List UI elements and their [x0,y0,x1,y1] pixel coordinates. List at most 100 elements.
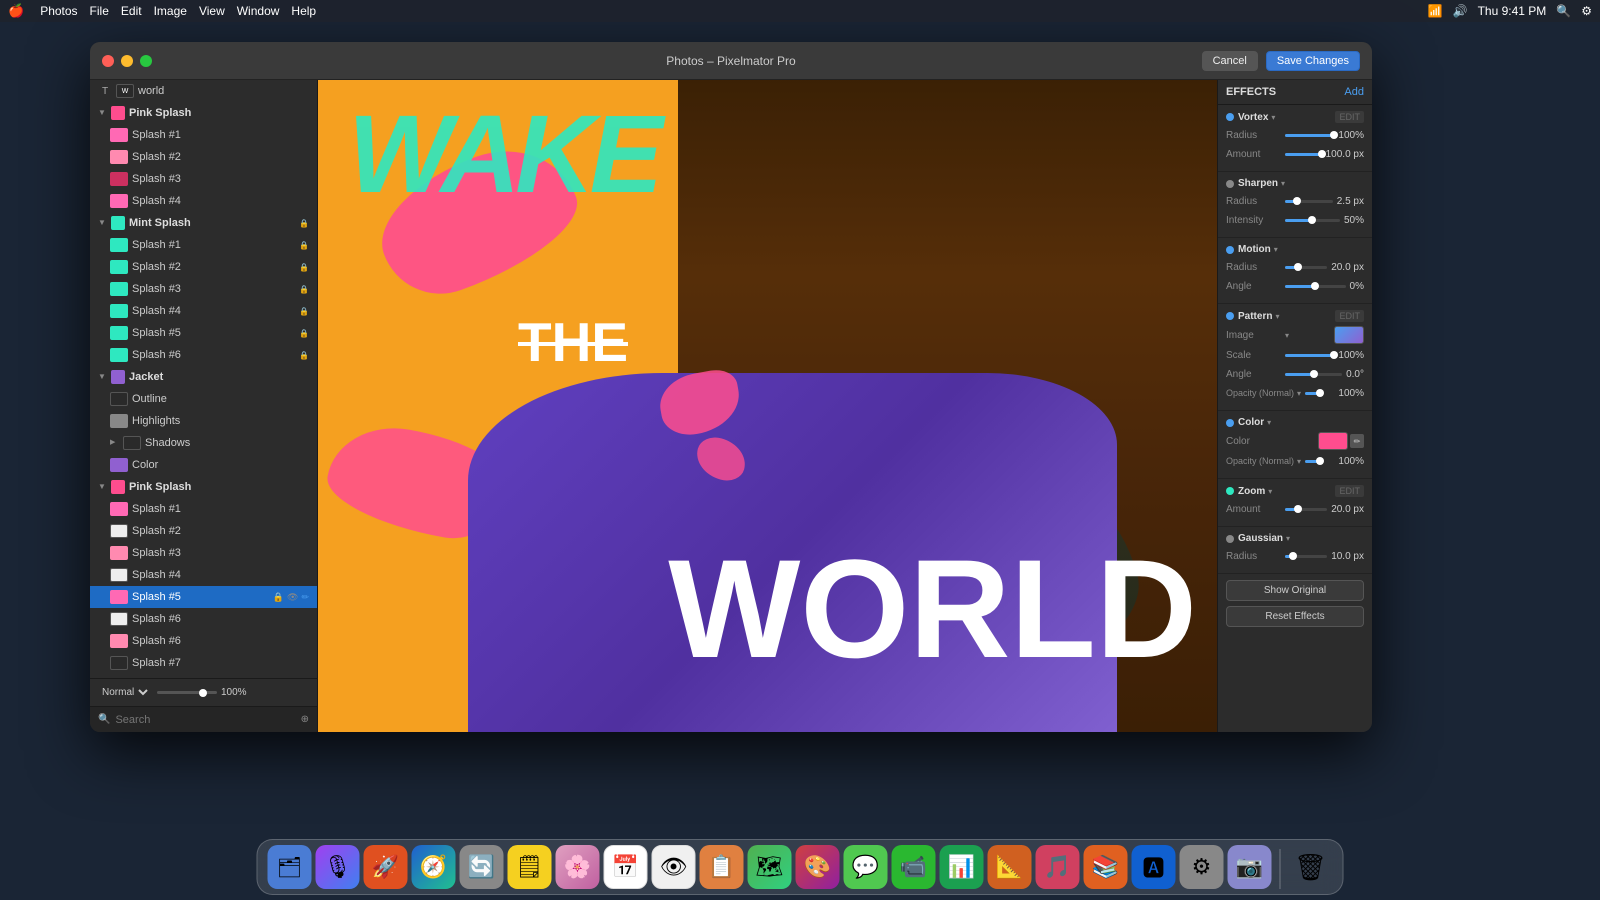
dock-icon-facetime[interactable]: 📹 [892,845,936,889]
layer-world[interactable]: T W world [90,80,317,102]
save-changes-button[interactable]: Save Changes [1266,51,1360,71]
search-menubar-icon[interactable]: 🔍 [1556,4,1571,18]
dock-icon-keynote[interactable]: 📐 [988,845,1032,889]
list-item[interactable]: Splash #6 [90,608,317,630]
menu-help[interactable]: Help [291,4,316,18]
canvas-area[interactable]: WAKE THE WORLD [318,80,1217,732]
dock-icon-calendar[interactable]: 📅 [604,845,648,889]
close-button[interactable] [102,55,114,67]
apple-menu[interactable]: 🍎 [8,3,24,19]
list-item[interactable]: Highlights [90,410,317,432]
dock-icon-safari[interactable]: 🧭 [412,845,456,889]
effect-slider-scale-pattern[interactable] [1285,354,1334,357]
menu-file[interactable]: File [90,4,109,18]
effect-slider-opacity-pattern[interactable] [1305,392,1320,395]
menu-photos[interactable]: Photos [40,4,77,18]
layer-group-jacket[interactable]: ▼ Jacket [90,366,317,388]
search-input[interactable] [115,714,295,726]
list-item[interactable]: Splash #3 [90,168,317,190]
dock-icon-books[interactable]: 📚 [1084,845,1128,889]
menu-window[interactable]: Window [237,4,280,18]
list-item[interactable]: Splash #3 [90,542,317,564]
show-original-button[interactable]: Show Original [1226,580,1364,601]
dock-icon-finder[interactable]: 🗂 [268,845,312,889]
dock-icon-contacts[interactable]: 📋 [700,845,744,889]
list-item[interactable]: Splash #1 [90,124,317,146]
blend-mode-select[interactable]: Normal [98,686,151,699]
effect-edit-zoom[interactable]: EDIT [1335,485,1364,497]
maximize-button[interactable] [140,55,152,67]
dock-icon-migration[interactable]: 🔄 [460,845,504,889]
dock-icon-numbers[interactable]: 📊 [940,845,984,889]
list-item[interactable]: Splash #1 🔒 [90,234,317,256]
dock-icon-music[interactable]: 🎵 [1036,845,1080,889]
menu-edit[interactable]: Edit [121,4,142,18]
dock-icon-trash[interactable]: 🗑 [1289,845,1333,889]
effect-slider-opacity-color[interactable] [1305,460,1320,463]
effects-add-button[interactable]: Add [1344,86,1364,98]
effect-dot-pattern[interactable] [1226,312,1234,320]
list-item[interactable]: Splash #6 🔒 [90,344,317,366]
list-item[interactable]: Splash #4 [90,190,317,212]
list-item[interactable]: ▶ Shadows [90,432,317,454]
list-item[interactable]: Color [90,454,317,476]
opacity-slider[interactable] [157,691,217,694]
color-swatch[interactable] [1318,432,1348,450]
dock-icon-appstore[interactable]: 🅰 [1132,845,1176,889]
cancel-button[interactable]: Cancel [1202,51,1258,71]
reset-effects-button[interactable]: Reset Effects [1226,606,1364,627]
list-item[interactable]: Splash #2 🔒 [90,256,317,278]
list-item[interactable]: Splash #4 🔒 [90,300,317,322]
layer-the[interactable]: T the the [90,674,317,678]
dock-icon-maps[interactable]: 🗺 [748,845,792,889]
effect-slider-radius-sharpen[interactable] [1285,200,1333,203]
pattern-image-swatch[interactable] [1334,326,1364,344]
minimize-button[interactable] [121,55,133,67]
dock-icon-systemprefs[interactable]: ⚙ [1180,845,1224,889]
effect-slider-radius-vortex[interactable] [1285,134,1334,137]
list-item[interactable]: Splash #3 🔒 [90,278,317,300]
list-item[interactable]: Splash #1 [90,498,317,520]
list-item[interactable]: Splash #4 [90,564,317,586]
effect-slider-amount-zoom[interactable] [1285,508,1327,511]
dock-icon-photolibrary[interactable]: 📷 [1228,845,1272,889]
effect-dot-motion[interactable] [1226,246,1234,254]
dock-icon-siri[interactable]: 🎙 [316,845,360,889]
effect-dot-sharpen[interactable] [1226,180,1234,188]
effect-dot-color[interactable] [1226,419,1234,427]
opacity-dropdown-icon[interactable]: ▾ [1297,457,1301,466]
layer-group-mint-splash-1[interactable]: ▼ Mint Splash 🔒 [90,212,317,234]
list-item[interactable]: Outline [90,388,317,410]
dock-icon-photos[interactable]: 🌸 [556,845,600,889]
list-item[interactable]: Splash #6 [90,630,317,652]
list-item[interactable]: Splash #7 [90,652,317,674]
dock-icon-messages[interactable]: 💬 [844,845,888,889]
list-item[interactable]: Splash #2 [90,520,317,542]
dock-icon-pixelmator[interactable]: 🎨 [796,845,840,889]
effect-slider-angle-pattern[interactable] [1285,373,1342,376]
layer-splash-40-selected[interactable]: Splash #5 🔒 👁 ✏ [90,586,317,608]
search-options-icon[interactable]: ⊕ [301,714,309,725]
layer-group-pink-splash-2[interactable]: ▼ Pink Splash [90,476,317,498]
effect-slider-radius-gaussian[interactable] [1285,555,1327,558]
menu-image[interactable]: Image [154,4,187,18]
effect-slider-intensity-sharpen[interactable] [1285,219,1340,222]
image-dropdown-icon[interactable]: ▾ [1285,331,1289,340]
layer-group-pink-splash-1[interactable]: ▼ Pink Splash [90,102,317,124]
dock-icon-preview[interactable]: 👁 [652,845,696,889]
opacity-dropdown-icon[interactable]: ▾ [1297,389,1301,398]
controlcenter-icon[interactable]: ⚙ [1581,4,1592,18]
effect-slider-amount-vortex[interactable] [1285,153,1322,156]
dock-icon-stickies[interactable]: 🗒 [508,845,552,889]
menu-view[interactable]: View [199,4,225,18]
effect-edit-pattern[interactable]: EDIT [1335,310,1364,322]
effect-dot-zoom[interactable] [1226,487,1234,495]
effect-dot-gaussian[interactable] [1226,535,1234,543]
effect-slider-radius-motion[interactable] [1285,266,1327,269]
color-edit-button[interactable]: ✏ [1350,434,1364,448]
dock-icon-launchpad[interactable]: 🚀 [364,845,408,889]
effect-edit-vortex[interactable]: EDIT [1335,111,1364,123]
effect-slider-angle-motion[interactable] [1285,285,1346,288]
effect-dot-vortex[interactable] [1226,113,1234,121]
list-item[interactable]: Splash #2 [90,146,317,168]
